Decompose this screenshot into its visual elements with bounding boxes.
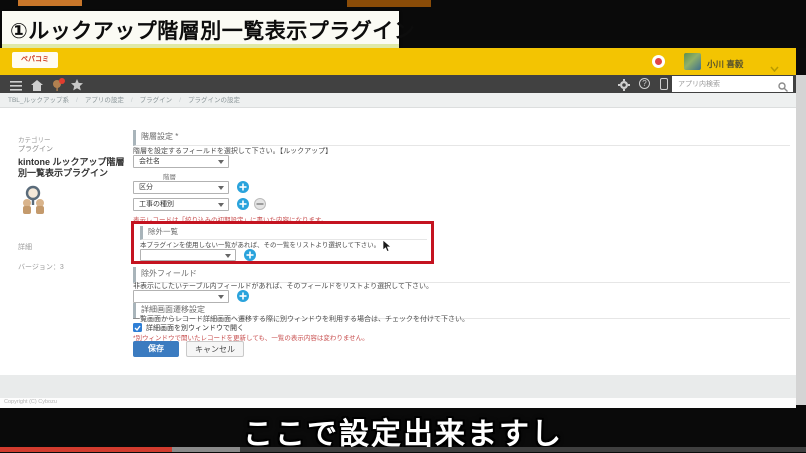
select-arrow-icon (218, 160, 224, 164)
breadcrumb-plugin-settings: プラグインの設定 (187, 97, 240, 104)
select-arrow-icon (218, 203, 224, 207)
copyright-text: Copyright (C) Cybozu (4, 399, 57, 405)
category-label: カテゴリー (18, 137, 51, 144)
breadcrumb-separator: / (130, 97, 133, 104)
user-name[interactable]: 小川 喜毅 (707, 58, 743, 70)
breadcrumb: TBL_ルックアップ系 / アプリの設定 / プラグイン / プラグインの設定 (0, 93, 796, 108)
mouse-cursor-icon (382, 239, 392, 258)
section-title-hierarchy: 階層設定 * (133, 130, 790, 146)
footer-strip (0, 398, 796, 408)
user-avatar[interactable] (684, 53, 701, 70)
frame-right-edge (796, 75, 806, 405)
level1-select[interactable]: 区分 (133, 181, 229, 194)
add-level-button-2[interactable] (237, 198, 249, 210)
section-title-exclude-list: 除外一覧 (140, 226, 427, 240)
select-arrow-icon (218, 186, 224, 190)
breadcrumb-app[interactable]: TBL_ルックアップ系 (8, 97, 69, 104)
notification-dot-icon[interactable] (652, 55, 665, 68)
cancel-button[interactable]: キャンセル (186, 341, 244, 357)
video-title-banner: ①ルックアップ階層別一覧表示プラグイン (2, 11, 415, 48)
breadcrumb-separator: / (179, 97, 181, 104)
breadcrumb-separator: / (76, 97, 78, 104)
select-arrow-icon (225, 254, 231, 258)
level2-select[interactable]: 工事の種別 (133, 198, 229, 211)
new-window-checkbox[interactable] (133, 323, 142, 332)
help-icon[interactable]: ? (639, 78, 650, 89)
add-level-button[interactable] (237, 181, 249, 193)
video-progress-buffer[interactable] (172, 447, 240, 452)
exclude-field-select[interactable] (133, 290, 229, 303)
details-label[interactable]: 詳細 (18, 242, 32, 252)
version-label: バージョン：3 (18, 264, 64, 271)
frame-corner (796, 48, 806, 75)
kintone-header (0, 48, 796, 75)
lookup-field-select[interactable]: 会社名 (133, 155, 229, 168)
plugin-name: kintone ルックアップ階層別一覧表示プラグイン (18, 157, 125, 178)
people-search-icon (18, 183, 50, 220)
remove-level-button[interactable] (254, 198, 266, 210)
category-value: プラグイン (18, 146, 53, 153)
exclude-list-select[interactable] (140, 249, 236, 261)
video-progress-track[interactable] (240, 447, 806, 452)
exclude-list-description: 本プラグインを使用しない一覧があれば、その一覧をリストより選択して下さい。 (140, 242, 381, 249)
video-accent-bar (18, 0, 82, 6)
breadcrumb-app-settings[interactable]: アプリの設定 (85, 97, 124, 104)
add-exclude-list-button[interactable] (244, 249, 256, 261)
footer-band (0, 375, 796, 398)
level2-value: 工事の種別 (139, 201, 174, 208)
save-button[interactable]: 保存 (133, 341, 179, 357)
mobile-icon[interactable] (660, 78, 668, 90)
level-label: 階層 (163, 174, 176, 181)
video-accent-bar-2 (347, 0, 431, 7)
lookup-field-value: 会社名 (139, 158, 160, 165)
add-exclude-field-button[interactable] (237, 290, 249, 302)
company-logo[interactable]: ペパコミ (12, 52, 58, 68)
breadcrumb-plugin[interactable]: プラグイン (140, 97, 173, 104)
search-input[interactable] (672, 76, 793, 92)
level1-value: 区分 (139, 184, 153, 191)
video-progress-played[interactable] (0, 447, 172, 452)
select-arrow-icon (218, 295, 224, 299)
